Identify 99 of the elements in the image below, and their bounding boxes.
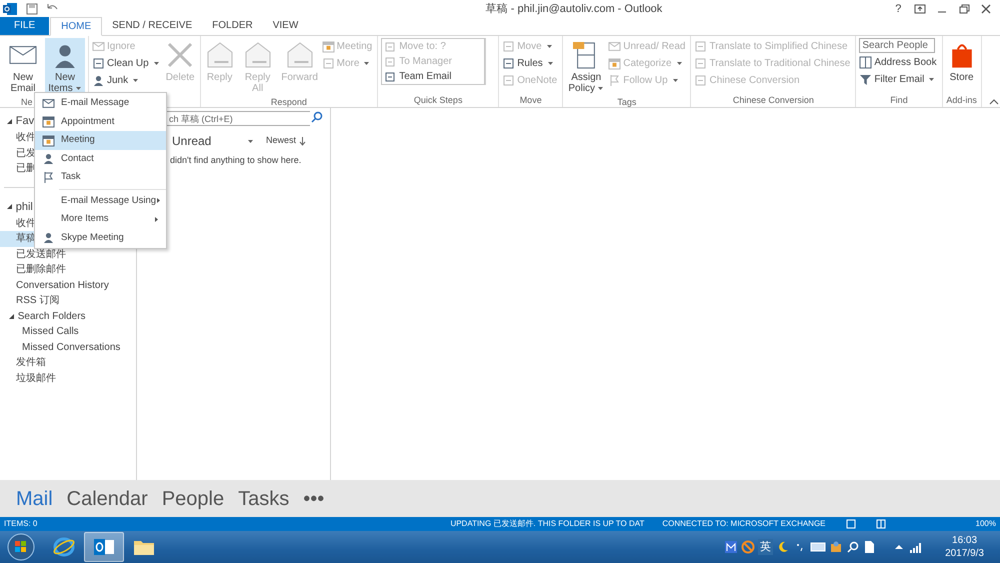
- outlook-logo-icon: [2, 2, 17, 16]
- envelope-icon: [608, 40, 622, 53]
- status-text: UPDATING 已发送邮件. THIS FOLDER IS UP TO DAT: [450, 518, 644, 530]
- quick-step[interactable]: Team Email: [382, 69, 484, 84]
- ribbon-button[interactable]: New Email: [3, 38, 43, 95]
- group-label: Find: [890, 95, 908, 105]
- group-label: Move: [520, 95, 542, 105]
- group-label: Ne: [21, 97, 33, 107]
- expand-triangle-icon[interactable]: [6, 203, 13, 210]
- nav-link[interactable]: Tasks: [238, 484, 290, 514]
- clock[interactable]: 16:03 2017/9/3: [937, 534, 992, 560]
- connection-status: CONNECTED TO: MICROSOFT EXCHANGE: [662, 518, 826, 530]
- person-icon: [92, 74, 105, 87]
- square-icon: [384, 40, 396, 52]
- ribbon-button[interactable]: Address Book: [859, 54, 939, 71]
- down-arrow-icon: [299, 136, 306, 146]
- envelope-icon: [92, 40, 105, 53]
- nav-link[interactable]: •••: [303, 484, 324, 514]
- file-tab[interactable]: FILE: [0, 17, 50, 35]
- ribbon-tab[interactable]: FOLDER: [202, 17, 263, 35]
- folder-item[interactable]: Missed Calls: [0, 324, 134, 340]
- expand-triangle-icon[interactable]: [8, 312, 15, 320]
- zoom-level: 100%: [976, 518, 996, 530]
- reading-view-icon[interactable]: [876, 519, 886, 529]
- address-book-icon: [859, 56, 872, 69]
- menu-item[interactable]: More Items: [35, 210, 166, 228]
- m-app-icon[interactable]: [724, 540, 738, 554]
- nav-link[interactable]: People: [162, 484, 224, 514]
- taskbar-app[interactable]: [84, 532, 124, 562]
- group-label: Respond: [270, 97, 307, 107]
- ribbon-button[interactable]: Assign Policy: [566, 38, 606, 95]
- outlook-icon: [93, 536, 115, 558]
- nav-link[interactable]: Mail: [16, 484, 53, 514]
- folder-item[interactable]: Missed Conversations: [0, 340, 134, 355]
- group-label: Tags: [617, 97, 636, 107]
- document-icon[interactable]: [863, 540, 876, 554]
- menu-item[interactable]: Meeting: [35, 131, 166, 150]
- save-icon[interactable]: [24, 2, 39, 16]
- expand-triangle-icon[interactable]: [6, 118, 13, 124]
- ribbon-tab[interactable]: VIEW: [262, 17, 308, 35]
- delete-icon: [166, 41, 194, 69]
- moon-icon[interactable]: [776, 540, 790, 554]
- empty-message: didn't find anything to show here.: [170, 154, 302, 167]
- account-header[interactable]: Fav: [16, 112, 34, 130]
- ribbon-button[interactable]: Store: [946, 38, 978, 84]
- ribbon-tab[interactable]: SEND / RECEIVE: [102, 17, 202, 35]
- group-label: Quick Steps: [414, 95, 462, 105]
- menu-item[interactable]: E-mail Message: [35, 94, 166, 112]
- sort-button[interactable]: Newest: [266, 134, 306, 148]
- ribbon-button[interactable]: Rules: [502, 55, 560, 72]
- ribbon-tab[interactable]: HOME: [50, 17, 102, 36]
- folder-item[interactable]: 已发送邮件: [0, 246, 134, 262]
- toolbox-icon[interactable]: [829, 540, 844, 554]
- folder-item[interactable]: Conversation History: [0, 278, 134, 293]
- filter-dropdown[interactable]: Unread: [172, 132, 254, 150]
- ime-indicator[interactable]: 英: [758, 538, 774, 556]
- caret-icon: [247, 138, 254, 144]
- submenu-arrow-icon: [156, 197, 162, 204]
- calendar-icon: [42, 115, 54, 128]
- square-icon: [384, 70, 396, 82]
- square-icon: [384, 56, 396, 68]
- folder-item[interactable]: 发件箱: [0, 355, 134, 370]
- internet-explorer-icon: [53, 536, 75, 558]
- ribbon-button[interactable]: New Items: [45, 38, 85, 95]
- nav-link[interactable]: Calendar: [66, 484, 148, 514]
- folder-item[interactable]: Search Folders: [18, 308, 86, 324]
- task-icon: [42, 170, 54, 184]
- menu-item[interactable]: Contact: [35, 150, 166, 168]
- help-button[interactable]: ?: [887, 0, 910, 18]
- menu-item[interactable]: E-mail Message Using: [35, 192, 166, 210]
- keyboard-icon[interactable]: [810, 540, 826, 554]
- account-header[interactable]: phil: [16, 198, 33, 216]
- filter-icon: [859, 73, 872, 86]
- folder-item[interactable]: 垃圾邮件: [0, 370, 134, 386]
- ribbon-button[interactable]: Clean Up: [92, 55, 162, 72]
- skype-icon: [42, 231, 54, 244]
- flag-icon: [608, 74, 622, 87]
- window-title: 草稿 - phil.jin@autoliv.com - Outlook: [484, 2, 664, 17]
- calendar-icon: [322, 40, 335, 53]
- submenu-arrow-icon: [154, 216, 159, 223]
- folder-item[interactable]: RSS 订阅: [0, 293, 134, 308]
- folder-item[interactable]: 已删除邮件: [0, 262, 134, 278]
- grid-icon: [608, 57, 622, 70]
- group-label: Chinese Conversion: [732, 95, 814, 105]
- normal-view-icon[interactable]: [846, 519, 856, 529]
- item-count: ITEMS: 0: [4, 518, 38, 530]
- search-people-field[interactable]: Search People: [859, 38, 936, 53]
- signal-icon[interactable]: [909, 540, 924, 554]
- ribbon-button[interactable]: Filter Email: [859, 71, 939, 88]
- menu-item[interactable]: Task: [35, 168, 166, 186]
- group-label: Add-ins: [946, 95, 977, 105]
- collapse-ribbon-icon[interactable]: [988, 97, 1000, 107]
- meeting-icon: [42, 134, 54, 147]
- contact-card-icon: [42, 152, 54, 166]
- envelope-icon: [42, 96, 54, 110]
- ribbon-button[interactable]: Junk: [92, 72, 162, 89]
- menu-item[interactable]: Skype Meeting: [35, 228, 166, 247]
- prohibited-icon[interactable]: [741, 540, 756, 554]
- magnifier-icon[interactable]: [846, 540, 860, 554]
